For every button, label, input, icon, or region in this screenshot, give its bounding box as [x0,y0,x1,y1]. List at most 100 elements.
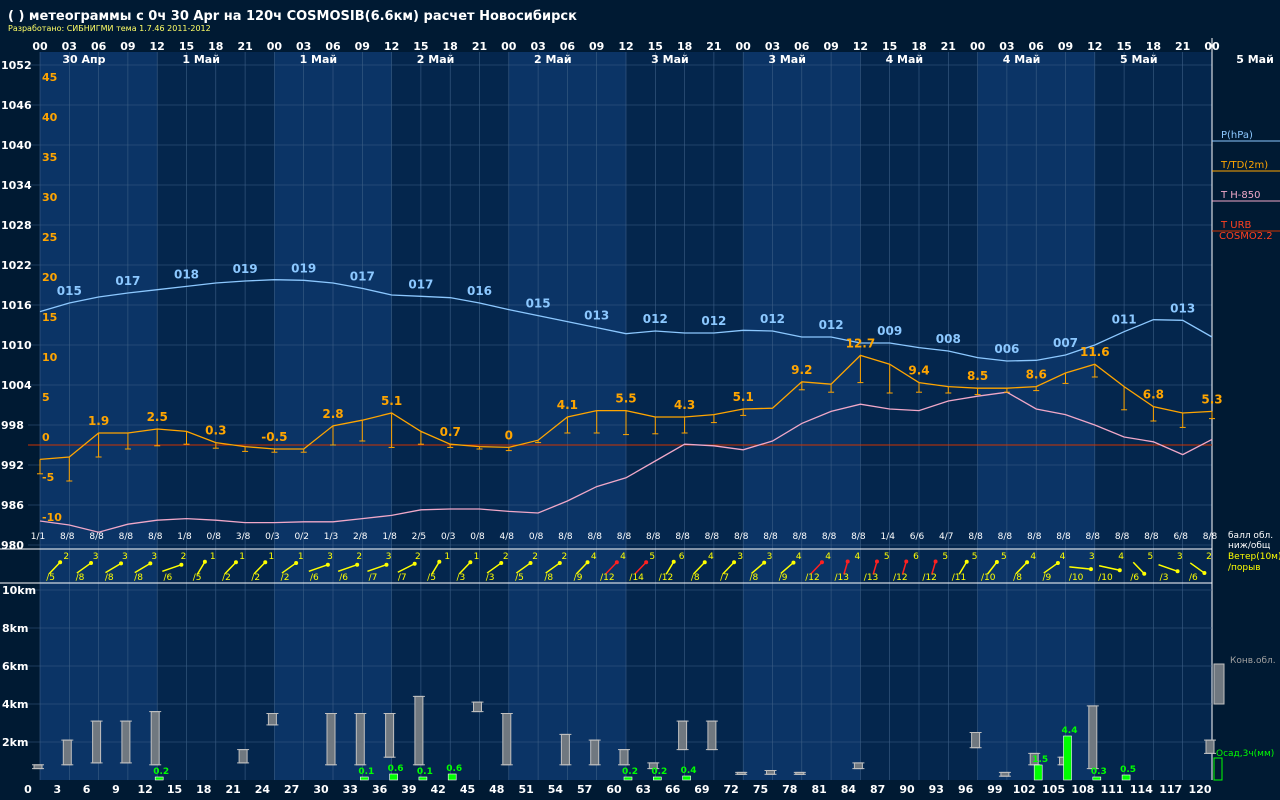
wind-speed-label: 5 [884,552,890,562]
wind-speed-label: 3 [122,552,128,562]
top-hour-label: 03 [62,40,77,53]
cloud-column [150,711,160,766]
pressure-value-label: 011 [1112,313,1137,327]
pressure-value-label: 017 [350,269,375,283]
legend-wind-line2: /порыв [1228,563,1261,573]
cloud-column [62,739,72,766]
cloud-column [502,713,512,766]
wind-gust-label: /14 [629,573,644,583]
wind-gust-label: /5 [193,573,202,583]
wind-gust-label: /8 [1013,573,1022,583]
precip-bar [1092,776,1102,781]
top-hour-label: 21 [706,40,721,53]
temp-tick: 35 [42,151,57,164]
wind-arrow-head [585,560,590,565]
wind-gust-label: /8 [134,573,143,583]
pressure-value-label: 016 [467,284,492,298]
day-label: 2 Май [417,53,455,66]
cloud-column [853,762,863,770]
bottom-hour-label: 75 [753,783,768,796]
wind-speed-label: 5 [1148,552,1154,562]
wind-speed-label: 6 [913,552,919,562]
pressure-value-label: 009 [877,324,902,338]
temp-value-label: 8.5 [967,369,988,383]
wind-speed-label: 2 [532,552,538,562]
cloud-cover-label: 8/8 [968,532,983,542]
wind-speed-label: 4 [825,552,831,562]
wind-arrow-head [845,559,850,564]
pressure-tick: 986 [1,499,24,512]
top-hour-label: 12 [853,40,868,53]
pressure-tick: 1010 [1,339,32,352]
pressure-tick: 980 [1,539,24,552]
wind-speed-label: 3 [93,552,99,562]
wind-speed-label: 3 [737,552,743,562]
wind-speed-label: 3 [327,552,333,562]
temp-tick: 10 [42,351,58,364]
top-hour-label: 21 [472,40,487,53]
top-hour-label: 06 [794,40,810,53]
wind-speed-label: 2 [1206,552,1212,562]
wind-speed-label: 1 [298,552,304,562]
top-hour-label: 09 [1058,40,1073,53]
precip-value-label: 0.1 [358,767,374,777]
top-hour-label: 12 [1087,40,1102,53]
wind-arrow-head [1025,560,1030,565]
wind-gust-label: /6 [310,573,319,583]
precip-value-label: 0.6 [388,764,404,774]
pressure-value-label: 007 [1053,336,1078,350]
bottom-hour-label: 48 [489,783,504,796]
temp-value-label: 4.3 [674,398,695,412]
pressure-value-label: 012 [819,318,844,332]
precip-bar [652,776,662,781]
cloud-column [238,749,248,764]
wind-gust-label: /7 [398,573,407,583]
cloud-cover-label: 8/8 [1115,532,1130,542]
top-hour-label: 12 [618,40,633,53]
pressure-value-label: 017 [408,277,433,291]
cloud-column [590,739,600,766]
top-hour-label: 03 [999,40,1014,53]
legend-turb: T URB [1220,220,1252,231]
wind-speed-label: 4 [620,552,626,562]
bottom-hour-label: 93 [929,783,944,796]
wind-gust-label: /9 [779,573,788,583]
bottom-hour-label: 84 [841,783,857,796]
bottom-hour-label: 111 [1101,783,1124,796]
temp-value-label: 5.1 [381,394,402,408]
top-hour-label: 03 [765,40,780,53]
legend-conv-cloud: Конв.обл. [1230,656,1276,666]
cloud-cover-label: 0/2 [294,532,308,542]
cloud-column [92,720,102,764]
cloud-cover-label: 8/8 [822,532,837,542]
cloud-cover-label: 8/8 [998,532,1013,542]
wind-arrow-head [1142,571,1147,576]
pressure-value-label: 015 [526,297,551,311]
wind-arrow-head [1175,569,1180,574]
cloud-column [414,695,424,766]
cloud-cover-label: 0/8 [470,532,485,542]
wind-arrow-head [964,559,969,564]
pressure-tick: 1022 [1,259,32,272]
height-tick: 8km [2,622,28,635]
precip-value-label: 0.1 [417,767,433,777]
top-hour-label: 03 [296,40,311,53]
precip-value-label: 0.2 [651,767,667,777]
legend-pressure: P(hPa) [1221,130,1253,141]
cloud-cover-label: 1/4 [880,532,895,542]
wind-arrow-head [732,560,737,565]
legend-wind-line1: Ветер(10м) [1228,552,1280,562]
precip-bar [1033,764,1043,781]
bottom-hour-label: 99 [987,783,1002,796]
bottom-hour-label: 114 [1130,783,1153,796]
bottom-hour-label: 90 [899,783,915,796]
meteogram-chart: 00 03 06 09 12 15 18 21 00 03 06 09 12 15 18 21 00 03 06 09… [0,0,1280,800]
wind-speed-label: 3 [767,552,773,562]
wind-arrow-head [819,560,824,565]
day-label: 1 Май [182,53,220,66]
bottom-hour-label: 105 [1042,783,1065,796]
bottom-hour-label: 18 [196,783,211,796]
wind-arrow-head [874,559,879,564]
precip-value-label: 0.4 [681,766,697,776]
top-hour-label: 15 [648,40,663,53]
